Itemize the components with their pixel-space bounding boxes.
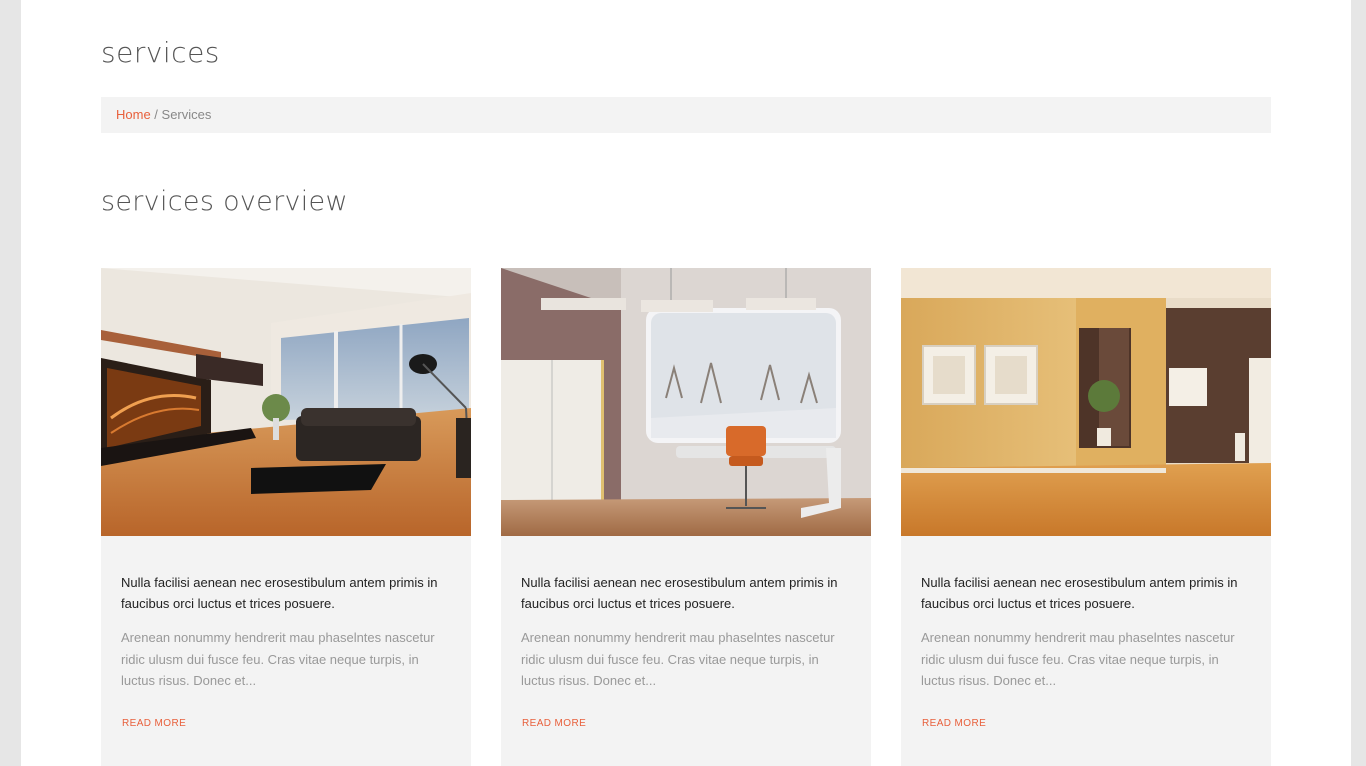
breadcrumb-home-link[interactable]: Home <box>116 107 151 122</box>
card-excerpt: Arenean nonummy hendrerit mau phaselntes… <box>121 630 435 688</box>
read-more-link[interactable]: READ MORE <box>922 718 986 729</box>
service-card: Nulla facilisi aenean nec erosestibulum … <box>501 268 871 766</box>
card-excerpt: Arenean nonummy hendrerit mau phaselntes… <box>521 630 835 688</box>
breadcrumb: Home / Services <box>101 97 1271 133</box>
service-card: Nulla facilisi aenean nec erosestibulum … <box>101 268 471 766</box>
read-more-link[interactable]: READ MORE <box>122 718 186 729</box>
office-room-photo[interactable] <box>501 268 871 536</box>
section-title: services overview <box>101 186 348 217</box>
empty-hall-photo[interactable] <box>901 268 1271 536</box>
read-more-link[interactable]: READ MORE <box>522 718 586 729</box>
card-lead-text: Nulla facilisi aenean nec erosestibulum … <box>921 575 1238 611</box>
page-container: services Home / Services services overvi… <box>21 0 1351 766</box>
breadcrumb-separator: / <box>150 107 162 122</box>
service-card: Nulla facilisi aenean nec erosestibulum … <box>901 268 1271 766</box>
card-lead-text: Nulla facilisi aenean nec erosestibulum … <box>121 575 438 611</box>
breadcrumb-current: Services <box>161 107 212 122</box>
page-title: services <box>101 36 220 69</box>
card-excerpt: Arenean nonummy hendrerit mau phaselntes… <box>921 630 1235 688</box>
living-room-photo[interactable] <box>101 268 471 536</box>
card-lead-text: Nulla facilisi aenean nec erosestibulum … <box>521 575 838 611</box>
